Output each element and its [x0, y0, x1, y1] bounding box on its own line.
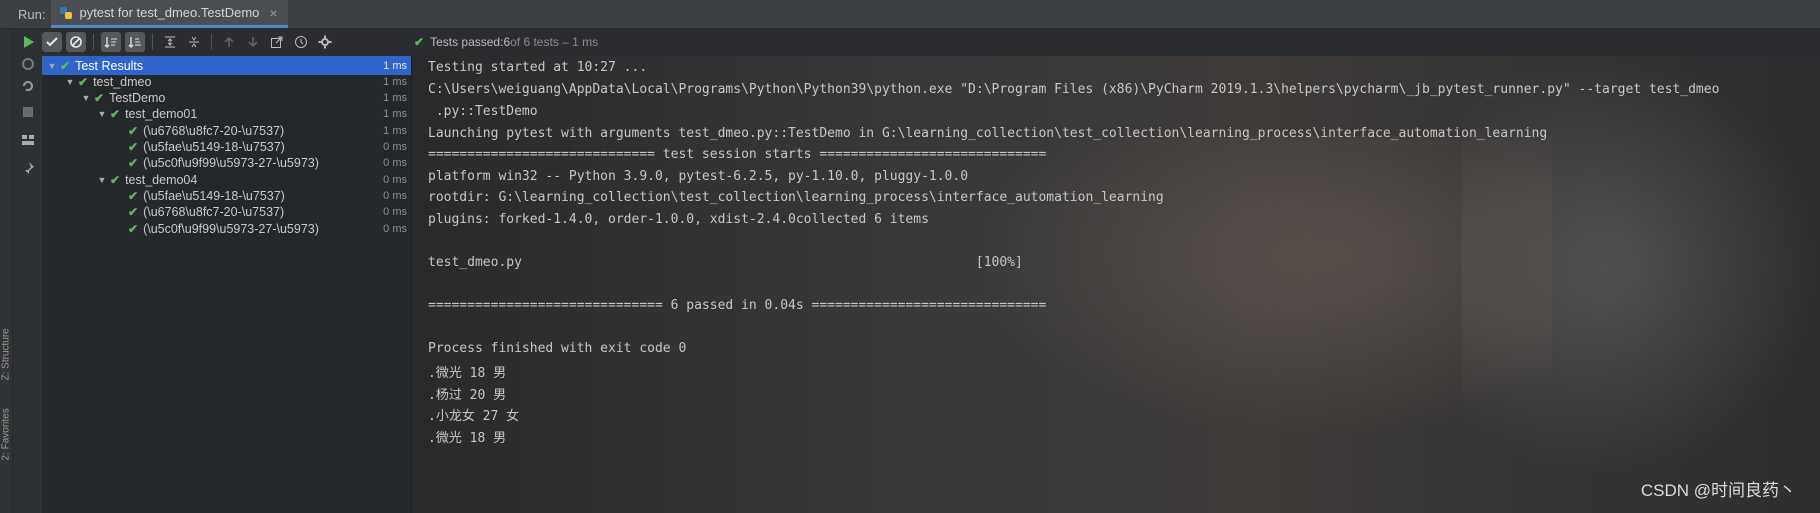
tree-item-label: (\u6768\u8fc7-20-\u7537) [143, 205, 285, 220]
sort-alphabetically-icon[interactable] [101, 32, 121, 52]
structure-tool-label[interactable]: Z: Structure [1, 328, 12, 380]
toolbar-separator [152, 34, 153, 50]
passed-check-icon: ✔ [414, 35, 425, 49]
test-results-tree[interactable]: ▼ ✔ Test Results 1 ms ▼ ✔ test_dmeo 1 ms ▼ ✔ TestD… [42, 56, 412, 513]
console-line: plugins: forked-1.4.0, order-1.0.0, xdis… [428, 212, 929, 227]
console-line: Testing started at 10:27 ... [428, 60, 648, 75]
csdn-watermark: CSDN @时间良药丶 [1640, 481, 1796, 500]
console-line: platform win32 -- Python 3.9.0, pytest-6… [428, 169, 969, 184]
expand-arrow-icon[interactable]: ▼ [46, 61, 58, 71]
tree-item-duration: 0 ms [383, 206, 407, 219]
expand-arrow-icon[interactable]: ▼ [96, 175, 108, 185]
passed-check-icon: ✔ [110, 172, 121, 187]
tree-item-duration: 1 ms [383, 75, 407, 88]
console-line: Process finished with exit code 0 [428, 341, 687, 356]
python-icon [60, 6, 73, 19]
tree-item-duration: 0 ms [383, 157, 407, 170]
console-line: .杨过 20 男 [428, 388, 507, 403]
tree-item-duration: 0 ms [383, 173, 407, 186]
run-label: Run: [18, 6, 46, 22]
sort-by-duration-icon[interactable] [125, 32, 145, 52]
test-runner-toolbar [42, 29, 412, 55]
tree-item-label: (\u5c0f\u9f99\u5973-27-\u5973) [143, 221, 319, 236]
console-line: .微光 18 男 [428, 366, 507, 381]
passed-check-icon: ✔ [128, 188, 139, 203]
close-tab-icon[interactable]: × [269, 5, 277, 21]
tree-item-label: test_dmeo [93, 74, 152, 89]
status-count: 6 [503, 35, 511, 49]
tree-item-duration: 0 ms [383, 189, 407, 202]
console-line: .小龙女 27 女 [428, 409, 520, 424]
next-failed-icon[interactable] [243, 32, 263, 52]
toolbar-separator [93, 34, 94, 50]
passed-check-icon: ✔ [128, 156, 139, 171]
tree-item-duration: 1 ms [383, 59, 407, 72]
tab-pytest-run-config[interactable]: pytest for test_dmeo.TestDemo × [51, 0, 288, 28]
stop-icon[interactable] [19, 103, 37, 121]
tab-label: pytest for test_dmeo.TestDemo [79, 5, 260, 20]
collapse-all-icon[interactable] [184, 32, 204, 52]
show-ignored-icon[interactable] [66, 32, 86, 52]
status-suffix: of 6 tests – 1 ms [510, 35, 599, 49]
pin-icon[interactable] [19, 159, 37, 177]
status-prefix: Tests passed: [430, 35, 504, 49]
tree-item-label: TestDemo [109, 91, 166, 106]
tree-item-label: (\u5fae\u5149-18-\u7537) [143, 140, 285, 154]
passed-check-icon: ✔ [128, 205, 139, 220]
settings-gear-icon[interactable] [315, 32, 335, 52]
tree-item-label: test_demo04 [125, 172, 198, 187]
expand-arrow-icon[interactable]: ▼ [80, 93, 92, 103]
tree-item-label: (\u5c0f\u9f99\u5973-27-\u5973) [143, 156, 319, 171]
toolbar-separator [211, 34, 212, 50]
passed-check-icon: ✔ [60, 58, 71, 73]
console-line: rootdir: G:\learning_collection\test_col… [428, 190, 1164, 205]
passed-check-icon: ✔ [78, 74, 89, 89]
tree-item-duration: 0 ms [383, 222, 407, 235]
console-line: ============================== 6 passed … [428, 298, 1047, 313]
test-history-icon[interactable] [291, 32, 311, 52]
tree-item-duration: 1 ms [383, 92, 407, 105]
tree-item-label: test_demo01 [125, 107, 198, 122]
console-line: .微光 18 男 [428, 431, 507, 446]
passed-check-icon: ✔ [128, 221, 139, 236]
rerun-icon[interactable] [19, 33, 37, 51]
favorites-tool-label[interactable]: 2: Favorites [1, 408, 12, 460]
tree-item-duration: 0 ms [383, 141, 407, 153]
console-line: ============================= test sessi… [428, 147, 1047, 162]
console-line: C:\Users\weiguang\AppData\Local\Programs… [428, 82, 1720, 97]
passed-check-icon: ✔ [110, 107, 121, 122]
passed-check-icon: ✔ [128, 123, 139, 138]
console-line: Launching pytest with arguments test_dme… [428, 126, 1548, 141]
previous-failed-icon[interactable] [219, 32, 239, 52]
tree-item-label: (\u5fae\u5149-18-\u7537) [143, 188, 285, 203]
console-line: .py::TestDemo [428, 104, 538, 119]
passed-check-icon: ✔ [128, 140, 139, 154]
layout-icon[interactable] [19, 131, 37, 149]
tree-item-duration: 1 ms [383, 108, 407, 121]
tree-item-label: (\u6768\u8fc7-20-\u7537) [143, 123, 285, 138]
rerun-failed-icon[interactable] [19, 55, 37, 73]
show-passed-icon[interactable] [42, 32, 62, 52]
expand-arrow-icon[interactable]: ▼ [64, 77, 76, 87]
background-artwork [1462, 56, 1820, 476]
export-results-icon[interactable] [267, 32, 287, 52]
expand-arrow-icon[interactable]: ▼ [96, 109, 108, 119]
test-status-summary: ✔ Tests passed: 6 of 6 tests – 1 ms [414, 29, 598, 55]
tree-item-label: Test Results [75, 58, 144, 73]
console-output[interactable]: Testing started at 10:27 ... C:\Users\wei… [412, 56, 1820, 513]
tree-item[interactable]: ✔ (\u5c0f\u9f99\u5973-27-\u5973) 0 ms [42, 219, 411, 238]
run-side-toolbar [13, 29, 43, 513]
passed-check-icon: ✔ [94, 91, 105, 106]
toggle-autotest-icon[interactable] [19, 77, 37, 95]
expand-all-icon[interactable] [160, 32, 180, 52]
tree-item-duration: 1 ms [383, 124, 407, 137]
left-tool-strip: Z: Structure 2: Favorites [0, 29, 13, 513]
console-line: test_dmeo.py [100%] [428, 255, 1023, 270]
run-tool-window-header: Run: pytest for test_dmeo.TestDemo × [0, 0, 1820, 29]
